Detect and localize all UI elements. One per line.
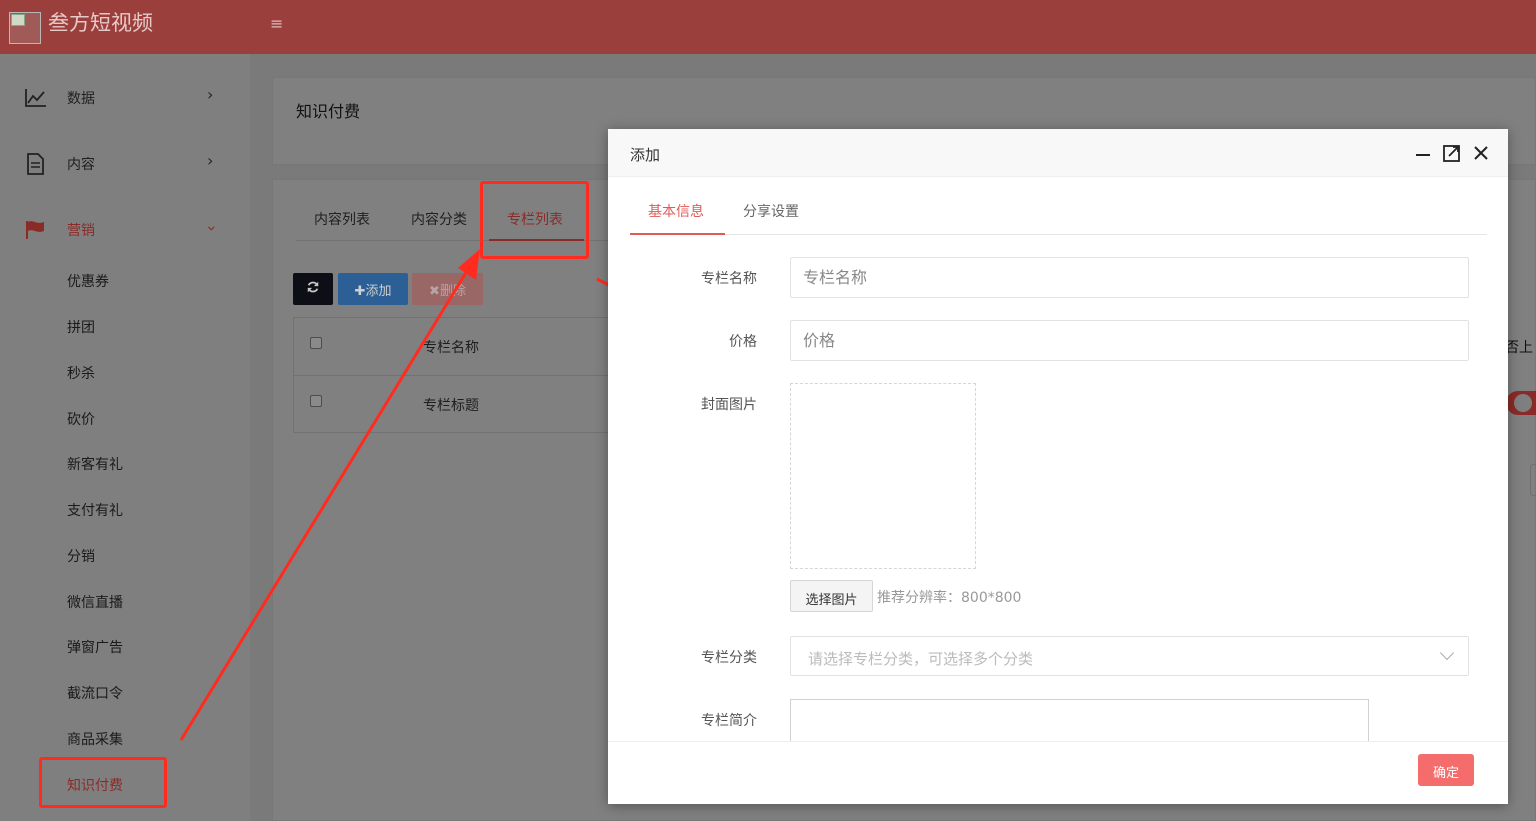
close-icon[interactable]	[1471, 143, 1491, 163]
sidebar-sub-intercept-code[interactable]: 截流口令	[67, 683, 123, 703]
menu-toggle-icon[interactable]: ≡	[270, 14, 283, 33]
chevron-right-icon: ›	[207, 85, 214, 104]
cover-image-preview[interactable]	[790, 383, 976, 569]
annotation-box-sidebar	[39, 757, 167, 808]
field-label-intro: 专栏简介	[701, 713, 757, 729]
chevron-down-icon	[1439, 645, 1455, 661]
table-header-column-name: 专栏名称	[423, 340, 479, 356]
category-select-placeholder: 请选择专栏分类，可选择多个分类	[808, 650, 1034, 668]
app-title: 叁方短视频	[48, 11, 153, 35]
sidebar-sub-wechat-live[interactable]: 微信直播	[67, 592, 123, 612]
top-header: 叁方短视频 ≡	[0, 0, 1536, 54]
field-label-cover-image: 封面图片	[701, 397, 757, 413]
resolution-hint: 推荐分辨率：800*800	[877, 590, 1022, 606]
page-title: 知识付费	[296, 102, 361, 121]
sidebar-sub-payment-gift[interactable]: 支付有礼	[67, 500, 123, 520]
flag-icon	[26, 221, 44, 239]
sidebar-item-label: 营销	[67, 223, 95, 239]
sidebar-sub-product-collect[interactable]: 商品采集	[67, 729, 123, 749]
sidebar-item-label: 数据	[67, 91, 95, 107]
sidebar-item-content[interactable]: 内容 ›	[0, 143, 250, 183]
tab-content-list[interactable]: 内容列表	[314, 209, 370, 229]
sidebar-sub-popup-ad[interactable]: 弹窗广告	[67, 637, 123, 657]
minimize-icon[interactable]	[1413, 143, 1433, 163]
refresh-button[interactable]	[293, 273, 333, 305]
sidebar-item-label: 内容	[67, 157, 95, 173]
document-icon	[27, 153, 44, 175]
dialog-footer: 确定	[608, 741, 1508, 804]
tab-active-underline	[630, 233, 725, 235]
maximize-icon[interactable]	[1442, 143, 1462, 163]
logo-broken-image-icon	[9, 12, 41, 44]
sidebar-item-marketing[interactable]: 营销 ›	[0, 209, 250, 249]
sidebar-sub-group-buy[interactable]: 拼团	[67, 317, 95, 337]
sidebar-sub-flash-sale[interactable]: 秒杀	[67, 363, 95, 383]
sidebar-sub-distribution[interactable]: 分销	[67, 546, 95, 566]
refresh-icon	[307, 281, 319, 293]
dialog-header: 添加	[608, 129, 1508, 177]
sidebar: 数据 › 内容 › 营销 › 优惠券 拼团 秒杀 砍价 新客有礼 支付有礼 分销…	[0, 54, 250, 821]
category-select[interactable]: 请选择专栏分类，可选择多个分类	[790, 636, 1469, 676]
confirm-button[interactable]: 确定	[1418, 754, 1474, 786]
column-name-input[interactable]	[790, 257, 1469, 298]
add-button[interactable]: ✚添加	[338, 273, 408, 305]
field-label-price: 价格	[729, 334, 757, 350]
sidebar-sub-bargain[interactable]: 砍价	[67, 409, 95, 429]
sidebar-item-data[interactable]: 数据 ›	[0, 77, 250, 117]
table-header-peek: 否上	[1505, 340, 1533, 356]
intro-editor[interactable]	[790, 699, 1369, 741]
field-label-category: 专栏分类	[701, 650, 757, 666]
dialog-title: 添加	[630, 146, 661, 164]
row-checkbox[interactable]	[310, 395, 322, 407]
annotation-box-tab	[480, 181, 589, 259]
table-row: 专栏标题	[423, 398, 479, 414]
status-toggle[interactable]	[1506, 391, 1536, 415]
sidebar-sub-new-customer[interactable]: 新客有礼	[67, 454, 123, 474]
price-input[interactable]	[790, 320, 1469, 361]
choose-image-button[interactable]: 选择图片	[790, 580, 873, 612]
tab-basic-info[interactable]: 基本信息	[648, 201, 704, 221]
tab-share-settings[interactable]: 分享设置	[743, 201, 799, 221]
table-row-divider	[293, 375, 613, 376]
pagination-peek	[1530, 464, 1536, 496]
dialog-tabs: 基本信息 分享设置	[630, 195, 1487, 235]
tab-content-category[interactable]: 内容分类	[411, 209, 467, 229]
select-all-checkbox[interactable]	[310, 337, 322, 349]
delete-button[interactable]: ✖删除	[412, 273, 483, 305]
sidebar-sub-coupon[interactable]: 优惠券	[67, 271, 109, 291]
chart-line-icon	[25, 89, 46, 107]
field-label-column-name: 专栏名称	[701, 271, 757, 287]
chevron-right-icon: ›	[207, 151, 214, 170]
add-dialog: 添加 基本信息 分享设置 专栏名称 价格 封面图片 选择图片 推荐分辨率：800…	[608, 129, 1508, 804]
chevron-down-icon: ›	[202, 225, 222, 232]
